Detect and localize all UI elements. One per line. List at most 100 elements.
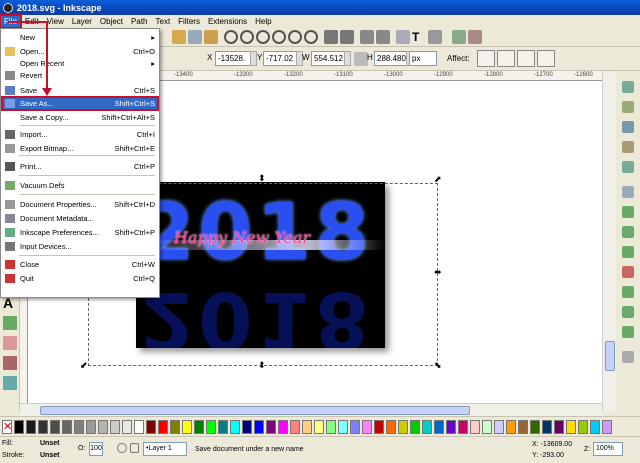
file-menu-item-close[interactable]: Close Ctrl+W xyxy=(2,258,158,271)
palette-swatch[interactable] xyxy=(314,420,324,434)
palette-swatch[interactable] xyxy=(470,420,480,434)
text-font-icon[interactable]: T xyxy=(412,30,426,44)
palette-swatch[interactable] xyxy=(182,420,192,434)
palette-swatch[interactable] xyxy=(230,420,240,434)
menu-layer[interactable]: Layer xyxy=(68,15,96,28)
palette-swatch[interactable] xyxy=(446,420,456,434)
file-menu-item-print[interactable]: Print... Ctrl+P xyxy=(2,160,158,173)
snap-cusp-icon[interactable] xyxy=(622,246,634,258)
file-menu-item-import[interactable]: Import... Ctrl+I xyxy=(2,128,158,141)
snap-object-icon[interactable] xyxy=(622,306,634,318)
duplicate-icon[interactable] xyxy=(324,30,338,44)
snap-rotation-icon[interactable] xyxy=(622,326,634,338)
palette-swatch[interactable] xyxy=(374,420,384,434)
preferences-icon[interactable] xyxy=(452,30,466,44)
palette-swatch[interactable] xyxy=(458,420,468,434)
palette-swatch[interactable] xyxy=(62,420,72,434)
h-field[interactable]: 288.480 xyxy=(374,51,408,66)
palette-swatch[interactable] xyxy=(50,420,60,434)
palette-swatch[interactable] xyxy=(518,420,528,434)
bucket-tool-icon[interactable] xyxy=(3,356,17,370)
snap-intersection-icon[interactable] xyxy=(622,226,634,238)
palette-swatch[interactable] xyxy=(170,420,180,434)
scale-handle-bottom-right-icon[interactable]: ⬊ xyxy=(434,361,442,370)
file-menu-item-export-bitmap[interactable]: Export Bitmap... Shift+Ctrl+E xyxy=(2,142,158,155)
palette-swatch[interactable] xyxy=(254,420,264,434)
scale-handle-top-icon[interactable]: ⬍ xyxy=(258,174,266,183)
palette-swatch[interactable] xyxy=(326,420,336,434)
file-menu-item-document-properties[interactable]: Document Properties... Shift+Ctrl+D xyxy=(2,198,158,211)
file-menu-item-new[interactable]: New ▸ xyxy=(2,31,158,44)
snap-grid-icon[interactable] xyxy=(622,351,634,363)
palette-swatch[interactable] xyxy=(266,420,276,434)
palette-swatch[interactable] xyxy=(434,420,444,434)
file-menu-item-document-metadata[interactable]: Document Metadata... xyxy=(2,212,158,225)
eraser-tool-icon[interactable] xyxy=(3,336,17,350)
palette-swatch[interactable] xyxy=(386,420,396,434)
palette-swatch[interactable] xyxy=(110,420,120,434)
palette-swatch[interactable] xyxy=(86,420,96,434)
palette-swatch[interactable] xyxy=(242,420,252,434)
clone-icon[interactable] xyxy=(340,30,354,44)
palette-swatch[interactable] xyxy=(410,420,420,434)
snap-center-icon[interactable] xyxy=(622,186,634,198)
file-menu-item-save-as[interactable]: Save As... Shift+Ctrl+S xyxy=(1,96,159,111)
palette-swatch[interactable] xyxy=(290,420,300,434)
scale-handle-bottom-icon[interactable]: ⬍ xyxy=(258,361,266,370)
snap-guide-icon[interactable] xyxy=(622,141,634,153)
horizontal-scrollbar[interactable] xyxy=(20,403,602,416)
menu-path[interactable]: Path xyxy=(127,15,151,28)
menu-text[interactable]: Text xyxy=(152,15,175,28)
snap-nodes-icon[interactable] xyxy=(622,121,634,133)
file-menu-item-save[interactable]: Save Ctrl+S xyxy=(2,84,158,97)
horizontal-scroll-thumb[interactable] xyxy=(40,406,470,415)
palette-swatch[interactable] xyxy=(26,420,36,434)
snap-page-icon[interactable] xyxy=(622,161,634,173)
file-menu-item-quit[interactable]: Quit Ctrl+Q xyxy=(2,272,158,285)
palette-swatch[interactable] xyxy=(554,420,564,434)
file-menu-item-inkscape-preferences[interactable]: Inkscape Preferences... Shift+Ctrl+P xyxy=(2,226,158,239)
menu-extensions[interactable]: Extensions xyxy=(204,15,251,28)
ungroup-icon[interactable] xyxy=(376,30,390,44)
palette-swatch[interactable] xyxy=(494,420,504,434)
zoom-in-icon[interactable] xyxy=(224,30,238,44)
palette-swatch[interactable] xyxy=(302,420,312,434)
unit-select[interactable]: px xyxy=(409,51,437,66)
palette-swatch[interactable] xyxy=(482,420,492,434)
palette-swatch[interactable] xyxy=(542,420,552,434)
palette-swatch[interactable] xyxy=(566,420,576,434)
palette-swatch[interactable] xyxy=(362,420,372,434)
gradient-tool-icon[interactable] xyxy=(3,376,17,390)
no-paint-icon[interactable]: ✕ xyxy=(2,420,12,434)
snap-midpoint-icon[interactable] xyxy=(622,286,634,298)
palette-swatch[interactable] xyxy=(338,420,348,434)
text-tool-icon[interactable]: A xyxy=(3,296,17,310)
w-field[interactable]: 554.512 xyxy=(311,51,345,66)
file-menu-item-revert[interactable]: Revert xyxy=(2,69,158,82)
palette-swatch[interactable] xyxy=(146,420,156,434)
palette-swatch[interactable] xyxy=(158,420,168,434)
palette-swatch[interactable] xyxy=(194,420,204,434)
palette-swatch[interactable] xyxy=(422,420,432,434)
palette-swatch[interactable] xyxy=(206,420,216,434)
vertical-scroll-thumb[interactable] xyxy=(605,341,615,371)
zoom-out-icon[interactable] xyxy=(240,30,254,44)
palette-swatch[interactable] xyxy=(590,420,600,434)
palette-swatch[interactable] xyxy=(14,420,24,434)
snap-bbox-icon[interactable] xyxy=(622,101,634,113)
affect-corners-icon[interactable] xyxy=(497,50,515,67)
zoom-page-icon[interactable] xyxy=(288,30,302,44)
menu-filters[interactable]: Filters xyxy=(174,15,204,28)
menu-object[interactable]: Object xyxy=(96,15,127,28)
zoom-field[interactable]: 100% xyxy=(593,442,623,456)
palette-swatch[interactable] xyxy=(278,420,288,434)
file-menu-item-vacuum-defs[interactable]: Vacuum Defs xyxy=(2,179,158,192)
zoom-drawing-icon[interactable] xyxy=(272,30,286,44)
x-field[interactable]: -13528. xyxy=(215,51,251,66)
palette-swatch[interactable] xyxy=(122,420,132,434)
palette-swatch[interactable] xyxy=(602,420,612,434)
group-icon[interactable] xyxy=(360,30,374,44)
menu-help[interactable]: Help xyxy=(251,15,275,28)
palette-swatch[interactable] xyxy=(134,420,144,434)
paste-icon[interactable] xyxy=(204,30,218,44)
